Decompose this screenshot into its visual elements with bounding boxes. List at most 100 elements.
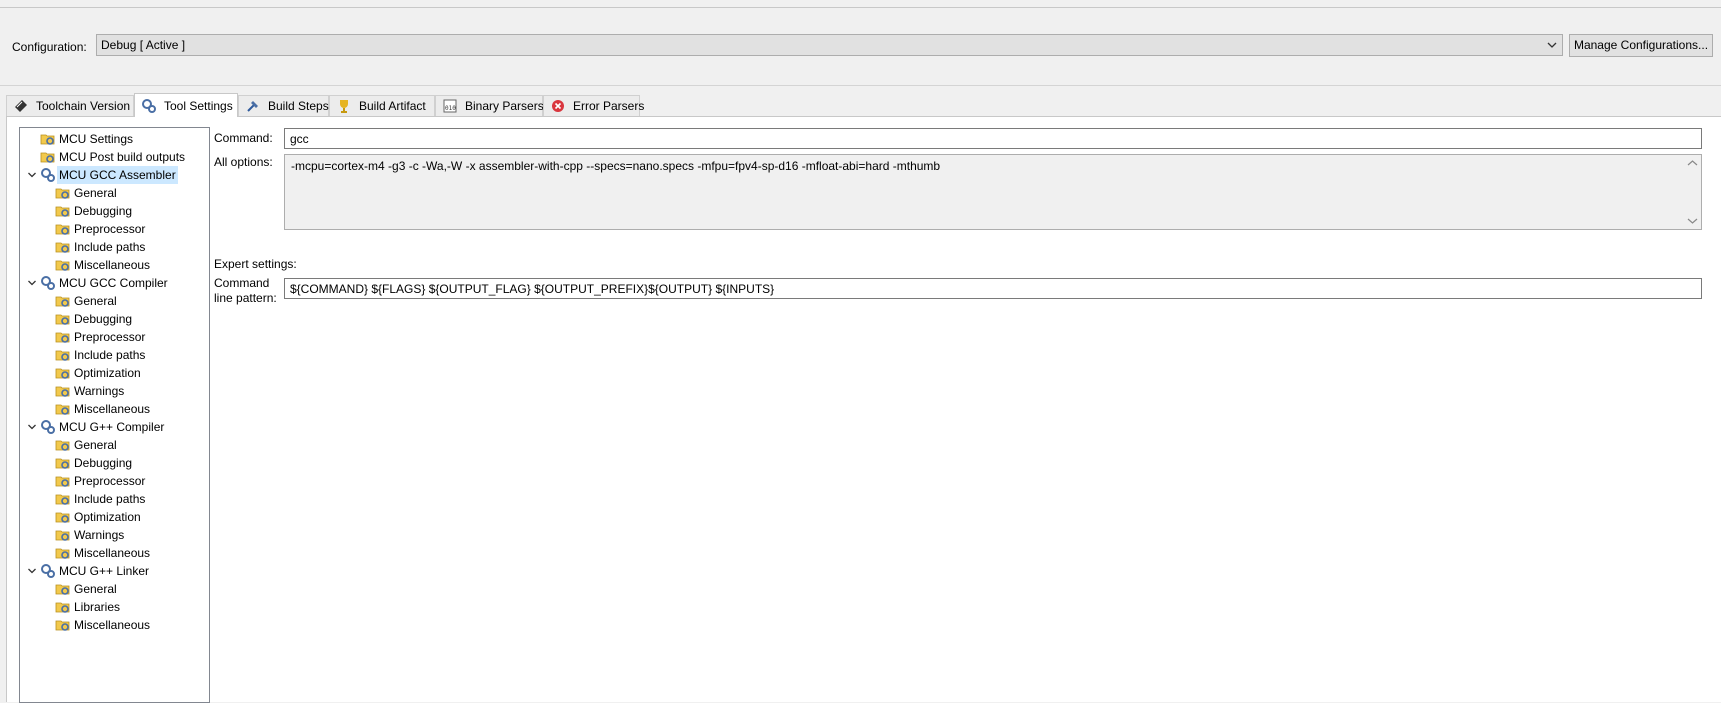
- tree-item-label: MCU Settings: [59, 132, 134, 146]
- tree-item[interactable]: Include paths: [55, 346, 145, 364]
- tree-item[interactable]: Preprocessor: [55, 328, 145, 346]
- command-line-pattern-label-line2: line pattern:: [214, 291, 277, 305]
- folder-settings-icon: [40, 134, 55, 145]
- tree-item[interactable]: Include paths: [55, 490, 145, 508]
- tree-item-label: General: [74, 294, 117, 308]
- tree-item[interactable]: MCU Post build outputs: [40, 148, 185, 166]
- tree-item-label: Optimization: [74, 510, 141, 524]
- tree-item[interactable]: Miscellaneous: [55, 400, 150, 418]
- tree-item-label: Libraries: [74, 600, 121, 614]
- settings-tree[interactable]: MCU Settings MCU Post build outputs MCU GC…: [19, 127, 210, 703]
- folder-settings-icon: [55, 242, 70, 253]
- gears-icon: [41, 420, 55, 434]
- tree-item-label: General: [74, 582, 117, 596]
- all-options-textarea[interactable]: -mcpu=cortex-m4 -g3 -c -Wa,-W -x assembl…: [284, 154, 1702, 230]
- command-input[interactable]: gcc: [284, 128, 1702, 149]
- scroll-down-icon[interactable]: [1687, 217, 1698, 225]
- tab-label: Error Parsers: [573, 99, 645, 113]
- tree-item[interactable]: MCU GCC Compiler: [28, 274, 168, 292]
- chevron-down-icon: [1547, 42, 1557, 48]
- vertical-scrollbar[interactable]: [1684, 155, 1701, 229]
- tree-item[interactable]: Preprocessor: [55, 472, 145, 490]
- chevron-down-icon[interactable]: [27, 422, 37, 432]
- tab-label: Toolchain Version: [36, 99, 131, 113]
- folder-settings-icon: [55, 260, 70, 271]
- tree-item-label: MCU G++ Compiler: [59, 420, 165, 434]
- chevron-down-icon[interactable]: [27, 170, 37, 180]
- tab-label: Tool Settings: [164, 98, 233, 113]
- tree-item-label: Include paths: [74, 492, 146, 506]
- tree-item-label: Preprocessor: [74, 330, 146, 344]
- tab-tool-settings[interactable]: Tool Settings: [134, 93, 238, 117]
- chevron-down-icon[interactable]: [27, 566, 37, 576]
- tree-item-label: Debugging: [74, 456, 133, 470]
- tree-item-label: General: [74, 438, 117, 452]
- chevron-down-icon[interactable]: [27, 278, 37, 288]
- tree-item[interactable]: MCU Settings: [40, 130, 133, 148]
- tree-item-label: Include paths: [74, 348, 146, 362]
- tree-item[interactable]: General: [55, 184, 117, 202]
- command-line-pattern-input[interactable]: ${COMMAND} ${FLAGS} ${OUTPUT_FLAG} ${OUT…: [284, 278, 1702, 299]
- tab-binary-parsers[interactable]: 010 Binary Parsers: [435, 95, 544, 116]
- tab-label: Build Artifact: [359, 99, 426, 113]
- tree-item[interactable]: MCU G++ Linker: [28, 562, 149, 580]
- tree-item[interactable]: Debugging: [55, 202, 132, 220]
- tree-item[interactable]: Debugging: [55, 310, 132, 328]
- tab-build-steps[interactable]: Build Steps: [238, 95, 329, 116]
- folder-settings-icon: [55, 530, 70, 541]
- manage-configurations-button[interactable]: Manage Configurations...: [1569, 34, 1713, 57]
- folder-settings-icon: [55, 224, 70, 235]
- scroll-up-icon[interactable]: [1687, 159, 1698, 167]
- tree-item-label: Include paths: [74, 240, 146, 254]
- tab-build-artifact[interactable]: Build Artifact: [329, 95, 435, 116]
- chip-icon: [15, 100, 27, 112]
- command-label: Command:: [214, 131, 273, 145]
- tab-label: Build Steps: [268, 99, 329, 113]
- tree-item[interactable]: Debugging: [55, 454, 132, 472]
- tree-item[interactable]: General: [55, 580, 117, 598]
- tree-item-label: Warnings: [74, 384, 125, 398]
- gears-icon: [41, 168, 55, 182]
- tool-settings-panel: MCU Settings MCU Post build outputs MCU GC…: [6, 116, 1721, 703]
- tree-item[interactable]: General: [55, 436, 117, 454]
- tree-item[interactable]: MCU GCC Assembler: [28, 166, 178, 184]
- configuration-label: Configuration:: [12, 40, 87, 54]
- trophy-icon: [340, 100, 348, 113]
- configuration-value: Debug [ Active ]: [101, 38, 186, 52]
- tree-item[interactable]: Optimization: [55, 508, 141, 526]
- tree-item[interactable]: Miscellaneous: [55, 256, 150, 274]
- tree-item-label: Preprocessor: [74, 222, 146, 236]
- tree-item[interactable]: Include paths: [55, 238, 145, 256]
- gears-icon: [41, 276, 55, 290]
- tree-item-label: Miscellaneous: [74, 402, 151, 416]
- tree-item[interactable]: Optimization: [55, 364, 141, 382]
- svg-text:010: 010: [445, 105, 456, 112]
- tree-item[interactable]: Libraries: [55, 598, 120, 616]
- tree-item[interactable]: MCU G++ Compiler: [28, 418, 165, 436]
- folder-settings-icon: [55, 512, 70, 523]
- tree-item-label: Debugging: [74, 312, 133, 326]
- folder-settings-icon: [55, 206, 70, 217]
- tree-item-label: Miscellaneous: [74, 618, 151, 632]
- folder-settings-icon: [55, 440, 70, 451]
- binary-icon: 010: [443, 99, 457, 113]
- configuration-row: Configuration: Debug [ Active ] Manage C…: [0, 8, 1721, 86]
- tree-item-label: MCU Post build outputs: [59, 150, 186, 164]
- tab-error-parsers[interactable]: Error Parsers: [543, 95, 644, 116]
- configuration-select[interactable]: Debug [ Active ]: [96, 34, 1563, 56]
- folder-settings-icon: [55, 296, 70, 307]
- tree-item[interactable]: General: [55, 292, 117, 310]
- all-options-label: All options:: [214, 155, 273, 169]
- tree-item[interactable]: Warnings: [55, 382, 124, 400]
- error-icon: [552, 100, 564, 112]
- tree-item-label: MCU GCC Assembler: [57, 166, 178, 184]
- folder-settings-icon: [40, 152, 55, 163]
- tab-toolchain-version[interactable]: Toolchain Version: [6, 95, 134, 116]
- gears-icon: [41, 564, 55, 578]
- tree-item[interactable]: Miscellaneous: [55, 544, 150, 562]
- tree-item[interactable]: Warnings: [55, 526, 124, 544]
- folder-settings-icon: [55, 350, 70, 361]
- tree-item-label: Warnings: [74, 528, 125, 542]
- tree-item[interactable]: Preprocessor: [55, 220, 145, 238]
- tree-item[interactable]: Miscellaneous: [55, 616, 150, 634]
